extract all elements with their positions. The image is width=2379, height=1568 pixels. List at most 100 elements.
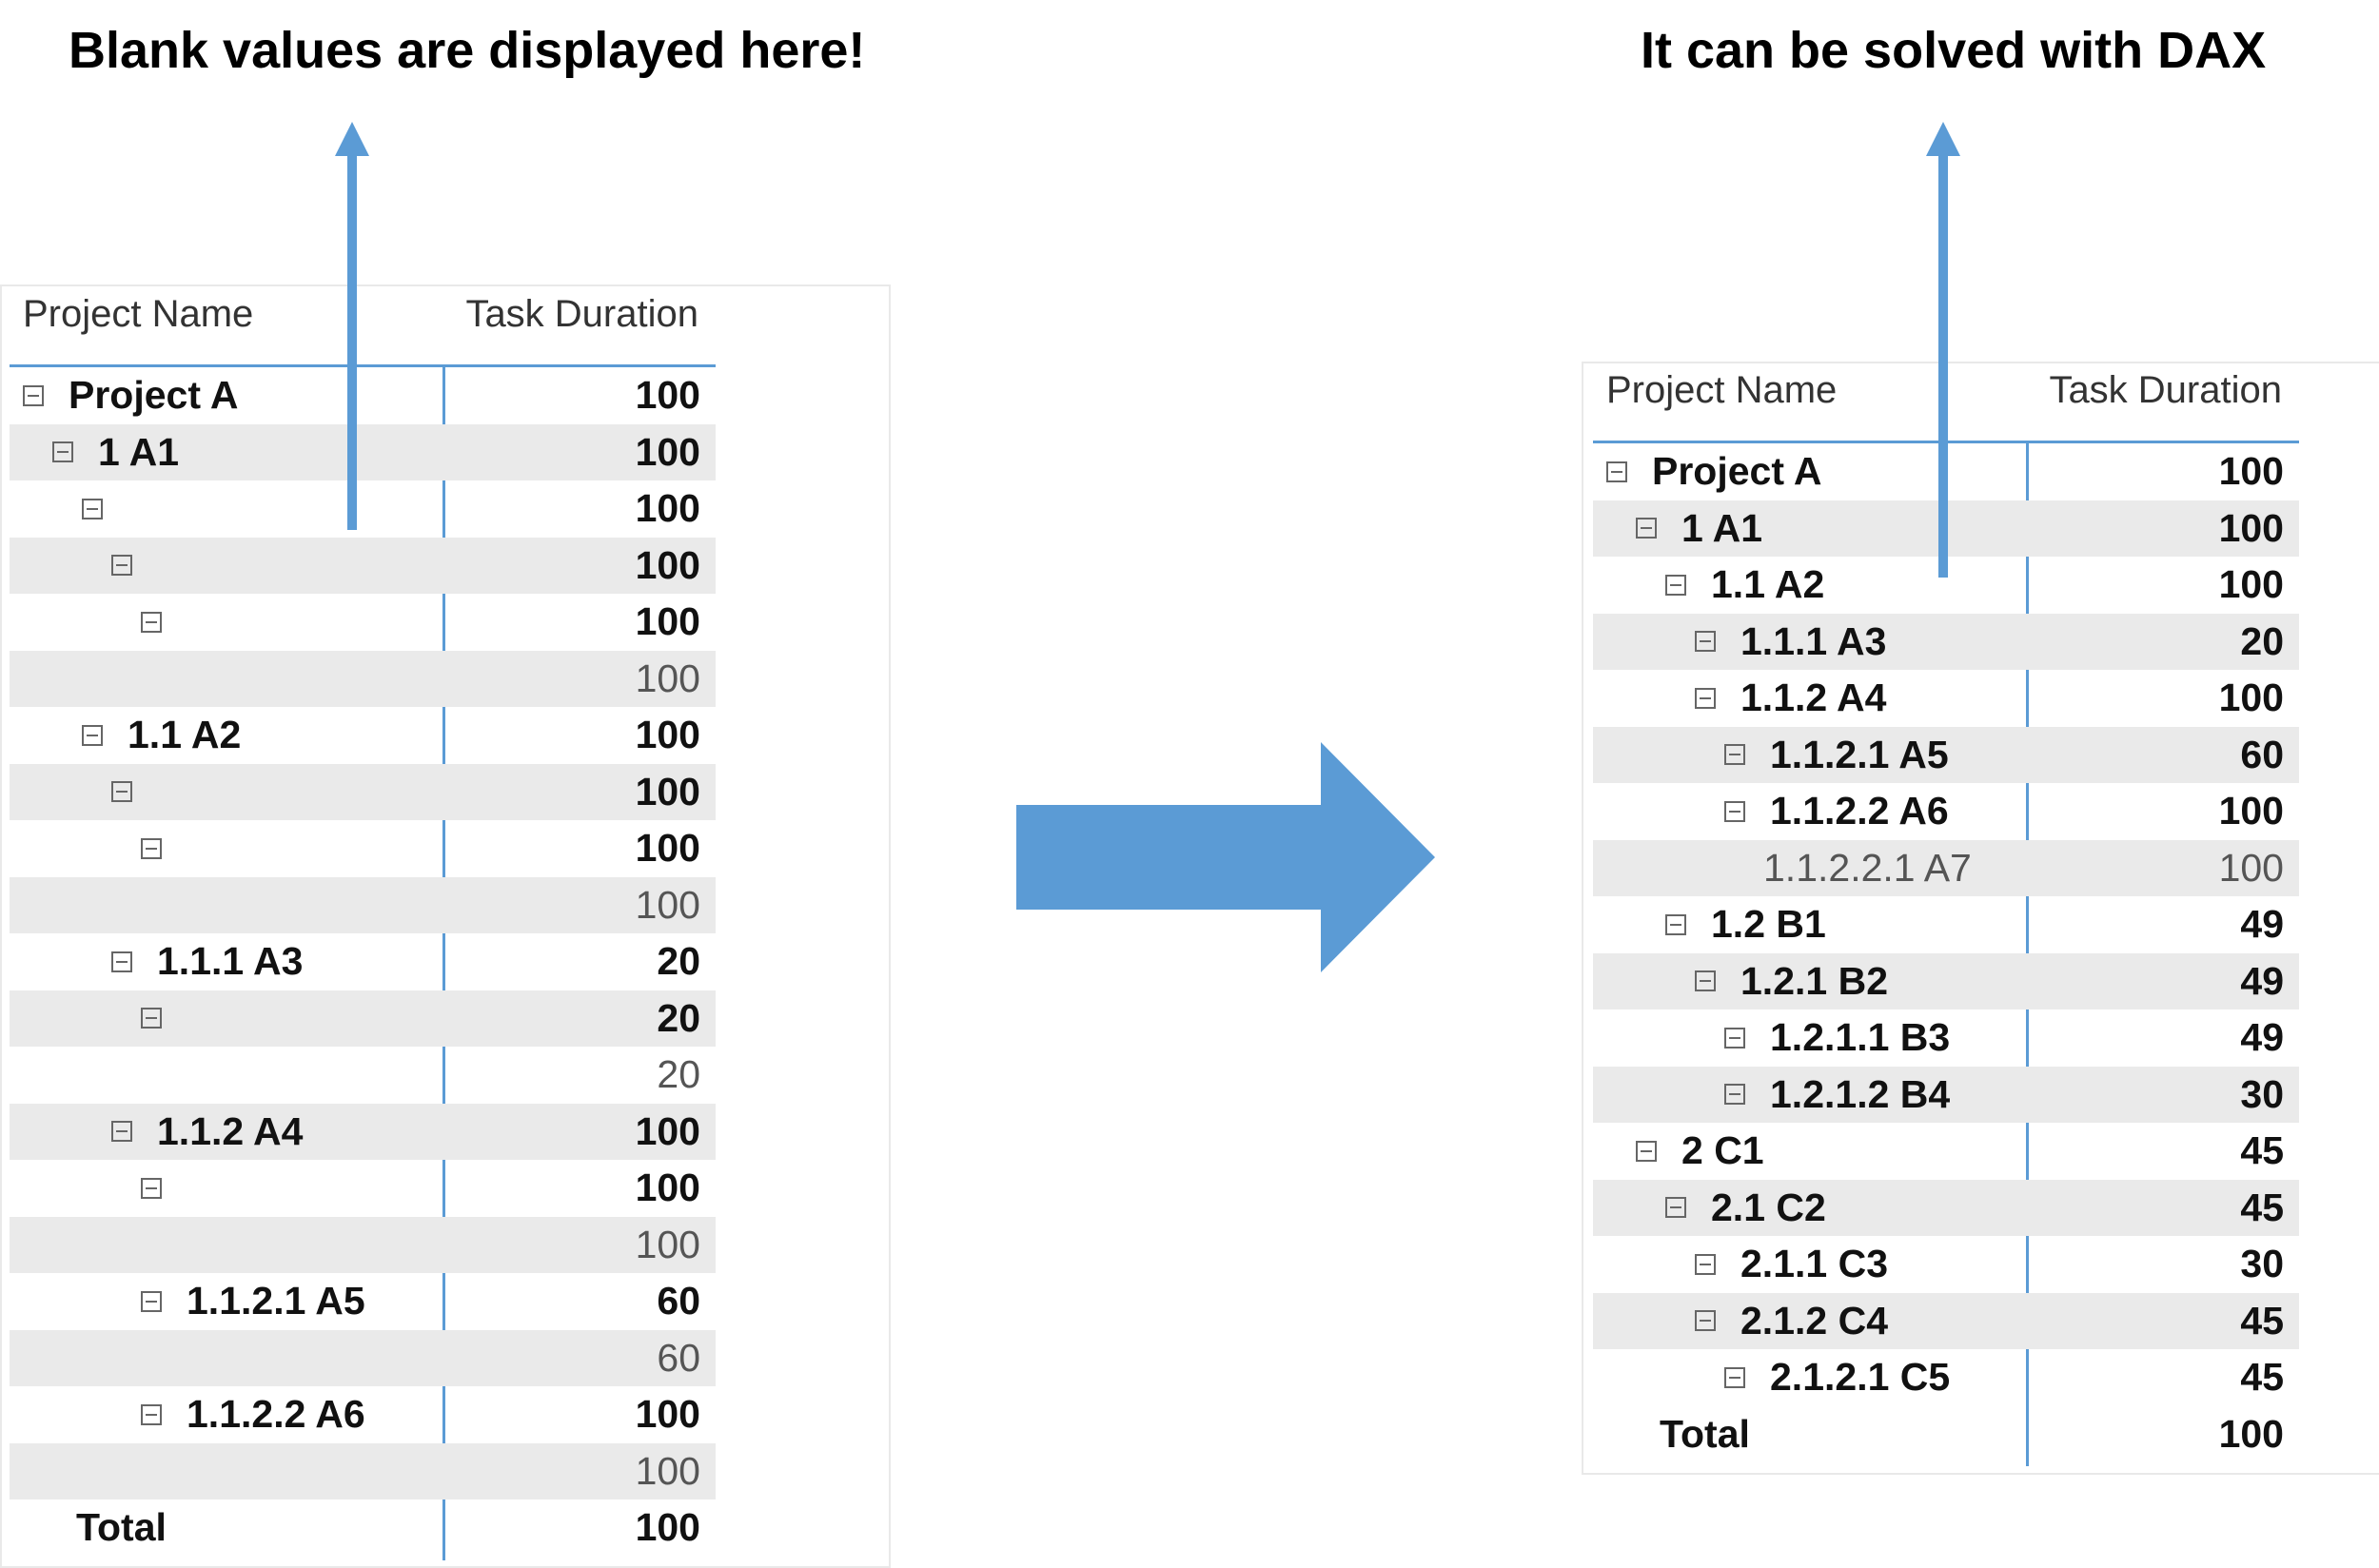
matrix-row[interactable]: 2.1 C2 45 <box>1593 1179 2299 1237</box>
matrix-row[interactable]: 100 <box>10 537 716 595</box>
matrix-row[interactable]: 1.1.2.2.1 A7 100 <box>1593 839 2299 896</box>
row-label-text: 2.1 C2 <box>1711 1185 1826 1229</box>
matrix-row[interactable]: Project A 100 <box>10 367 716 424</box>
collapse-toggle-icon[interactable] <box>1695 970 1716 992</box>
matrix-row[interactable]: 2.1.2 C4 45 <box>1593 1292 2299 1349</box>
matrix-row[interactable]: 1.1.2 A4 100 <box>10 1103 716 1160</box>
matrix-row[interactable]: 2.1.1 C3 30 <box>1593 1236 2299 1293</box>
collapse-toggle-icon[interactable] <box>111 781 132 803</box>
collapse-toggle-icon[interactable] <box>52 441 73 463</box>
collapse-toggle-icon[interactable] <box>82 724 103 746</box>
row-label-text: Project A <box>1652 449 1822 493</box>
matrix-row[interactable]: 1.2.1.2 B4 30 <box>1593 1066 2299 1124</box>
row-label <box>82 480 128 538</box>
collapse-toggle-icon[interactable] <box>1695 1310 1716 1332</box>
right-caption: It can be solved with DAX <box>1641 22 2267 79</box>
matrix-row[interactable]: 1.2.1 B2 49 <box>1593 952 2299 1010</box>
row-value: 100 <box>635 1166 700 1209</box>
matrix-row[interactable]: 20 <box>10 990 716 1047</box>
collapse-toggle-icon[interactable] <box>1695 631 1716 653</box>
row-label: 2 C1 <box>1636 1123 1764 1180</box>
collapse-toggle-icon[interactable] <box>141 1290 162 1312</box>
matrix-row[interactable]: 100 <box>10 1442 716 1499</box>
collapse-toggle-icon[interactable] <box>1665 574 1686 596</box>
row-label <box>111 764 157 821</box>
matrix-row[interactable]: 1.1 A2 100 <box>10 707 716 764</box>
collapse-toggle-icon[interactable] <box>1724 1366 1745 1388</box>
collapse-toggle-icon[interactable] <box>82 498 103 519</box>
collapse-toggle-icon[interactable] <box>141 837 162 859</box>
matrix-row[interactable]: 1.1.2.2 A6 100 <box>1593 783 2299 840</box>
row-label <box>141 820 187 877</box>
collapse-toggle-icon[interactable] <box>1724 1027 1745 1049</box>
matrix-row[interactable]: 1.1.2.1 A5 60 <box>1593 726 2299 783</box>
row-value: 100 <box>2218 562 2284 606</box>
row-label: 1.1 A2 <box>82 707 241 764</box>
matrix-row[interactable]: 100 <box>10 763 716 821</box>
collapse-toggle-icon[interactable] <box>1724 744 1745 766</box>
collapse-toggle-icon[interactable] <box>111 951 132 972</box>
row-label-text: 1.1.2.2.1 A7 <box>1763 845 1972 890</box>
collapse-toggle-icon[interactable] <box>1695 687 1716 709</box>
row-label: 1.2.1 B2 <box>1695 953 1888 1010</box>
matrix-row[interactable]: 1.2 B1 49 <box>1593 896 2299 953</box>
left-caption: Blank values are displayed here! <box>69 22 866 79</box>
matrix-row[interactable]: 1.1.1 A3 20 <box>1593 613 2299 670</box>
matrix-row[interactable]: 100 <box>10 1160 716 1217</box>
matrix-row[interactable]: 100 <box>10 876 716 933</box>
row-label <box>111 538 157 595</box>
total-row: Total 100 <box>10 1499 716 1557</box>
row-label: 1 A1 <box>52 424 179 481</box>
row-label: 1.2.1.2 B4 <box>1724 1067 1950 1124</box>
collapse-toggle-icon[interactable] <box>1606 461 1627 482</box>
column-header-project-name[interactable]: Project Name <box>23 293 253 336</box>
matrix-body: Project A 100 1 A1 100 1.1 A2 100 1.1.1 A3 20 1.… <box>1593 443 2299 1466</box>
matrix-row[interactable]: 2 C1 45 <box>1593 1123 2299 1180</box>
matrix-row[interactable]: 100 <box>10 480 716 538</box>
row-value: 100 <box>635 1222 700 1266</box>
collapse-toggle-icon[interactable] <box>1695 1253 1716 1275</box>
matrix-row[interactable]: 20 <box>10 1047 716 1104</box>
row-label: 1.1.2.2 A6 <box>141 1386 365 1443</box>
row-label: 1 A1 <box>1636 500 1762 558</box>
collapse-toggle-icon[interactable] <box>111 555 132 577</box>
collapse-toggle-icon[interactable] <box>1636 518 1657 539</box>
column-header-task-duration[interactable]: Task Duration <box>2049 369 2282 412</box>
matrix-row[interactable]: 100 <box>10 820 716 877</box>
left-matrix: Project Name Task Duration Project A 100 1… <box>10 276 716 1560</box>
column-header-project-name[interactable]: Project Name <box>1606 369 1837 412</box>
matrix-row[interactable]: 100 <box>10 650 716 707</box>
matrix-row[interactable]: 60 <box>10 1329 716 1386</box>
collapse-toggle-icon[interactable] <box>1636 1140 1657 1162</box>
row-value: 49 <box>2240 958 2284 1003</box>
collapse-toggle-icon[interactable] <box>23 384 44 406</box>
matrix-row[interactable]: 1 A1 100 <box>10 423 716 481</box>
collapse-toggle-icon[interactable] <box>141 1177 162 1199</box>
row-label: 2.1 C2 <box>1665 1180 1826 1237</box>
matrix-row[interactable]: 1.1.1 A3 20 <box>10 933 716 990</box>
collapse-toggle-icon[interactable] <box>141 1403 162 1425</box>
matrix-row[interactable]: 2.1.2.1 C5 45 <box>1593 1349 2299 1406</box>
matrix-row[interactable]: 100 <box>10 594 716 651</box>
matrix-row[interactable]: 1.1.2.2 A6 100 <box>10 1386 716 1443</box>
row-value: 100 <box>635 486 700 530</box>
collapse-toggle-icon[interactable] <box>1665 1197 1686 1219</box>
matrix-row[interactable]: 1.1.2.1 A5 60 <box>10 1273 716 1330</box>
collapse-toggle-icon[interactable] <box>1665 913 1686 935</box>
row-value: 100 <box>635 713 700 756</box>
matrix-row[interactable]: 1.2.1.1 B3 49 <box>1593 1009 2299 1067</box>
row-value: 100 <box>635 656 700 700</box>
collapse-toggle-icon[interactable] <box>1724 1084 1745 1106</box>
collapse-toggle-icon[interactable] <box>111 1121 132 1143</box>
row-value: 45 <box>2240 1128 2284 1172</box>
row-value: 100 <box>635 542 700 587</box>
collapse-toggle-icon[interactable] <box>141 611 162 633</box>
matrix-row[interactable]: 1.1.2 A4 100 <box>1593 670 2299 727</box>
collapse-toggle-icon[interactable] <box>141 1008 162 1029</box>
row-label: 1.2.1.1 B3 <box>1724 1009 1950 1067</box>
row-value: 100 <box>2218 789 2284 833</box>
collapse-toggle-icon[interactable] <box>1724 800 1745 822</box>
matrix-row[interactable]: 100 <box>10 1216 716 1273</box>
column-header-task-duration[interactable]: Task Duration <box>465 293 698 336</box>
matrix-header: Project Name Task Duration <box>10 276 716 367</box>
